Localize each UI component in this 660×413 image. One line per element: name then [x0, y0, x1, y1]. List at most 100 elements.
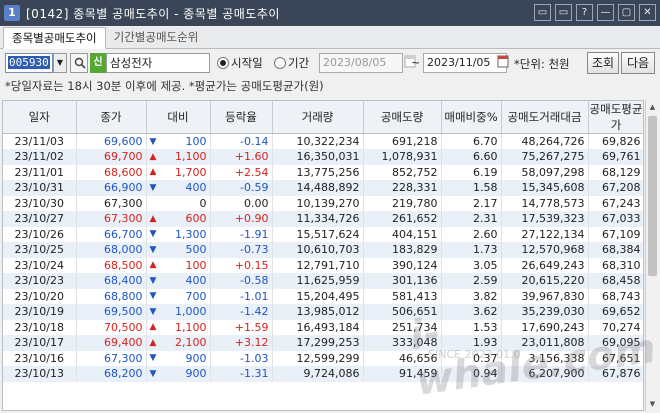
radio-period[interactable]: 기간 — [274, 55, 309, 71]
cell-ratio: 3.82 — [441, 288, 502, 304]
cell-short-amount: 17,690,243 — [501, 319, 589, 335]
cell-close: 70,500 — [76, 319, 147, 335]
table-row[interactable]: 23/10/23 68,400 ▼ 400 -0.58 11,625,959 301,136… — [3, 273, 643, 289]
calendar-to-icon[interactable] — [497, 54, 511, 72]
cell-rate: -1.42 — [210, 304, 273, 320]
cell-volume: 13,985,012 — [272, 304, 364, 320]
popout-icon[interactable]: ▭ — [555, 4, 572, 21]
cell-ratio: 1.58 — [441, 180, 502, 196]
col-short-avg[interactable]: 공매도평균가 — [588, 101, 643, 134]
table-row[interactable]: 23/10/31 66,900 ▼ 400 -0.59 14,488,892 228,331… — [3, 180, 643, 196]
cell-close: 66,900 — [76, 180, 147, 196]
change-value: 500 — [185, 243, 207, 257]
col-change[interactable]: 대비 — [146, 101, 211, 134]
table-row[interactable]: 23/11/03 69,600 ▼ 100 -0.14 10,322,234 691,218… — [3, 133, 643, 149]
scroll-up-icon[interactable]: ▲ — [646, 100, 659, 114]
table-row[interactable]: 23/10/16 67,300 ▼ 900 -1.03 12,599,299 46,656 0… — [3, 350, 643, 366]
cell-volume: 14,488,892 — [272, 180, 364, 196]
cell-date: 23/11/01 — [3, 164, 77, 180]
table-row[interactable]: 23/10/27 67,300 ▲ 600 +0.90 11,334,726 261,652… — [3, 211, 643, 227]
cell-volume: 9,724,086 — [272, 366, 364, 382]
cell-close: 68,000 — [76, 242, 147, 258]
col-rate[interactable]: 등락율 — [210, 101, 273, 134]
cell-close: 69,700 — [76, 149, 147, 165]
cell-close: 67,300 — [76, 211, 147, 227]
radio-start-date[interactable]: 시작일 — [217, 55, 263, 71]
cell-short-volume: 183,829 — [363, 242, 442, 258]
cell-ratio: 2.31 — [441, 211, 502, 227]
down-arrow-icon: ▼ — [149, 244, 157, 255]
vertical-scrollbar[interactable]: ▲ ▼ — [645, 100, 659, 411]
change-value: 400 — [185, 274, 207, 288]
cell-short-amount: 27,122,134 — [501, 226, 589, 242]
window-title: [0142] 종목별 공매도추이 - 종목별 공매도추이 — [26, 6, 280, 21]
change-value: 600 — [185, 212, 207, 226]
cell-short-volume: 91,459 — [363, 366, 442, 382]
col-volume[interactable]: 거래량 — [272, 101, 364, 134]
close-icon[interactable]: ✕ — [639, 4, 656, 21]
cell-short-volume: 390,124 — [363, 257, 442, 273]
minimize-icon[interactable]: — — [597, 4, 614, 21]
scroll-down-icon[interactable]: ▼ — [646, 397, 659, 411]
change-value: 100 — [185, 135, 207, 148]
cell-close: 68,200 — [76, 366, 147, 382]
table-row[interactable]: 23/10/25 68,000 ▼ 500 -0.73 10,610,703 183,829… — [3, 242, 643, 258]
table-row[interactable]: 23/10/26 66,700 ▼ 1,300 -1.91 15,517,624 404,1… — [3, 226, 643, 242]
down-arrow-icon: ▼ — [149, 275, 157, 286]
table-row[interactable]: 23/10/20 68,800 ▼ 700 -1.01 15,204,495 581,413… — [3, 288, 643, 304]
query-button[interactable]: 조회 — [587, 52, 619, 74]
cell-date: 23/10/24 — [3, 257, 77, 273]
cell-date: 23/10/31 — [3, 180, 77, 196]
table-row[interactable]: 23/10/17 69,400 ▲ 2,100 +3.12 17,299,253 333,0… — [3, 335, 643, 351]
date-to-input[interactable]: 2023/11/05 — [423, 53, 507, 73]
col-ratio[interactable]: 매매비중% — [441, 101, 502, 134]
cell-change: ▼ 900 — [146, 366, 211, 382]
tab-stock-short-trend[interactable]: 종목별공매도추이 — [3, 27, 106, 49]
cell-close: 69,500 — [76, 304, 147, 320]
tab-period-short-rank[interactable]: 기간별공매도순위 — [106, 27, 207, 49]
cell-short-volume: 261,652 — [363, 211, 442, 227]
table-row[interactable]: 23/10/24 68,500 ▲ 100 +0.15 12,791,710 390,124… — [3, 257, 643, 273]
cell-ratio: 2.59 — [441, 273, 502, 289]
next-button[interactable]: 다음 — [621, 52, 655, 74]
table-row[interactable]: 23/11/02 69,700 ▲ 1,100 +1.60 16,350,031 1,078… — [3, 149, 643, 165]
stock-code-input[interactable]: 005930 — [5, 53, 53, 73]
cell-close: 68,400 — [76, 273, 147, 289]
date-from-input[interactable]: 2023/08/05 — [319, 53, 403, 73]
search-button[interactable] — [70, 53, 88, 73]
col-short-volume[interactable]: 공매도량 — [363, 101, 442, 134]
cell-short-avg: 67,651 — [588, 350, 643, 366]
cell-short-avg: 69,652 — [588, 304, 643, 320]
table-row[interactable]: 23/10/18 70,500 ▲ 1,100 +1.59 16,493,184 251,7… — [3, 319, 643, 335]
credit-badge: 신 — [90, 53, 106, 73]
cell-rate: -0.59 — [210, 180, 273, 196]
window-controls: ▭ ▭ ? — ▢ ✕ — [534, 4, 656, 21]
scroll-thumb[interactable] — [648, 116, 657, 276]
table-row[interactable]: 23/10/13 68,200 ▼ 900 -1.31 9,724,086 91,459 0.… — [3, 366, 643, 382]
cell-change: ▲ 600 — [146, 211, 211, 227]
help-icon[interactable]: ? — [576, 4, 593, 21]
cell-ratio: 1.73 — [441, 242, 502, 258]
cell-ratio: 6.70 — [441, 133, 502, 149]
code-dropdown-button[interactable]: ▼ — [53, 53, 67, 73]
cell-ratio: 2.17 — [441, 195, 502, 211]
col-close[interactable]: 종가 — [76, 101, 147, 134]
cell-date: 23/10/18 — [3, 319, 77, 335]
table-row[interactable]: 23/10/19 69,500 ▼ 1,000 -1.42 13,985,012 506,6… — [3, 304, 643, 320]
cell-close: 67,300 — [76, 350, 147, 366]
down-arrow-icon: ▼ — [149, 353, 157, 364]
table-header-row: 일자 종가 대비 등락율 거래량 공매도량 매매비중% 공매도거래대금 공매도평… — [3, 101, 643, 134]
col-short-amount[interactable]: 공매도거래대금 — [501, 101, 589, 134]
link-icon[interactable]: ▭ — [534, 4, 551, 21]
table-row[interactable]: 23/10/30 67,300 0 0.00 10,139,270 219,780 2.17… — [3, 195, 643, 211]
col-date[interactable]: 일자 — [3, 101, 77, 134]
up-arrow-icon: ▲ — [149, 213, 157, 224]
cell-short-amount: 15,345,608 — [501, 180, 589, 196]
up-arrow-icon: ▲ — [149, 337, 157, 348]
cell-change: ▼ 500 — [146, 242, 211, 258]
table-row[interactable]: 23/11/01 68,600 ▲ 1,700 +2.54 13,775,256 852,7… — [3, 164, 643, 180]
maximize-icon[interactable]: ▢ — [618, 4, 635, 21]
cell-volume: 12,599,299 — [272, 350, 364, 366]
cell-short-avg: 68,458 — [588, 273, 643, 289]
change-value: 1,700 — [175, 165, 207, 179]
